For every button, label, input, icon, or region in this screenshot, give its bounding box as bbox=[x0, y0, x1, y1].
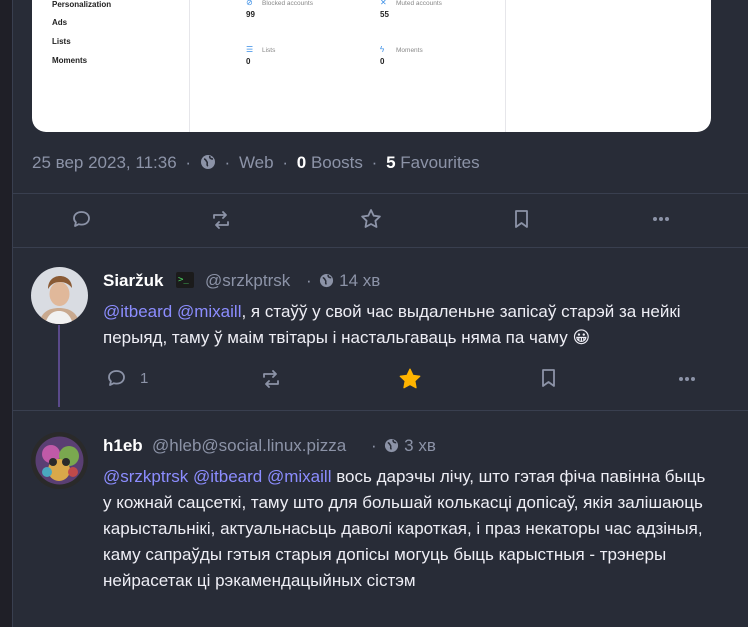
menu-item-personalization: Personalization bbox=[52, 0, 112, 9]
account-handle[interactable]: @srzkptrsk bbox=[205, 271, 290, 291]
block-icon: ⊘ bbox=[246, 0, 253, 7]
reply-icon[interactable] bbox=[72, 210, 91, 228]
boost-icon[interactable] bbox=[210, 211, 232, 229]
stats-grid: ⊘ Blocked accounts 99 ✕ Muted accounts 55 … bbox=[190, 0, 506, 132]
avatar[interactable] bbox=[31, 267, 88, 324]
mention-link[interactable]: @srzkptrsk bbox=[103, 467, 188, 486]
divider bbox=[12, 193, 748, 194]
moments-icon: ϟ bbox=[380, 45, 385, 54]
status-meta: 25 вер 2023, 11:36 · · Web · 0 Boosts · … bbox=[32, 153, 480, 172]
avatar[interactable] bbox=[31, 432, 88, 489]
boosts-link[interactable]: 0 Boosts bbox=[297, 153, 363, 172]
favourite-icon[interactable] bbox=[360, 208, 382, 230]
mention-link[interactable]: @itbeard bbox=[193, 467, 262, 486]
status-date[interactable]: 25 вер 2023, 11:36 bbox=[32, 153, 177, 172]
globe-icon bbox=[384, 438, 399, 453]
reply-icon[interactable] bbox=[107, 369, 126, 387]
bookmark-icon[interactable] bbox=[540, 368, 557, 388]
favourite-active-icon[interactable] bbox=[398, 367, 422, 391]
post-content: @srzkptrsk @itbeard @mixaill вось дарэчы… bbox=[103, 464, 718, 594]
divider bbox=[12, 410, 748, 411]
post-time[interactable]: · 14 хв bbox=[306, 271, 380, 291]
stat-blocked: ⊘ Blocked accounts 99 bbox=[246, 0, 313, 19]
menu-item-ads: Ads bbox=[52, 18, 68, 27]
embedded-image[interactable]: Personalization Ads Lists Moments ⊘ Block… bbox=[32, 0, 711, 132]
settings-menu: Personalization Ads Lists Moments bbox=[32, 0, 190, 132]
display-name[interactable]: h1eb bbox=[103, 436, 143, 456]
stat-lists: ☰ Lists 0 bbox=[246, 45, 276, 67]
mute-icon: ✕ bbox=[380, 0, 387, 7]
menu-item-moments: Moments bbox=[52, 56, 88, 65]
stat-muted: ✕ Muted accounts 55 bbox=[380, 0, 442, 19]
post-time[interactable]: · 3 хв bbox=[371, 436, 436, 456]
display-name[interactable]: Siaržuk bbox=[103, 271, 163, 291]
status-app: Web bbox=[238, 153, 274, 172]
more-icon[interactable] bbox=[652, 211, 670, 227]
mention-link[interactable]: @mixaill bbox=[267, 467, 331, 486]
mention-link[interactable]: @itbeard bbox=[103, 302, 172, 321]
list-icon: ☰ bbox=[246, 45, 254, 54]
favourites-link[interactable]: 5 Favourites bbox=[386, 153, 480, 172]
reply-count: 1 bbox=[140, 370, 149, 387]
bookmark-icon[interactable] bbox=[513, 209, 530, 229]
menu-item-lists: Lists bbox=[52, 37, 71, 46]
more-icon[interactable] bbox=[678, 371, 696, 387]
terminal-badge-icon: >_ bbox=[176, 272, 194, 288]
divider bbox=[12, 247, 748, 248]
emoji: 😀 bbox=[572, 328, 591, 347]
account-handle[interactable]: @hleb@social.linux.pizza bbox=[152, 436, 346, 456]
mention-link[interactable]: @mixaill bbox=[177, 302, 241, 321]
globe-icon bbox=[200, 154, 216, 170]
post-content: @itbeard @mixaill, я стаўў у свой час вы… bbox=[103, 299, 718, 351]
boost-icon[interactable] bbox=[260, 370, 282, 388]
thread-line bbox=[58, 325, 60, 407]
globe-icon bbox=[319, 273, 334, 288]
stat-moments: ϟ Moments 0 bbox=[380, 45, 423, 67]
